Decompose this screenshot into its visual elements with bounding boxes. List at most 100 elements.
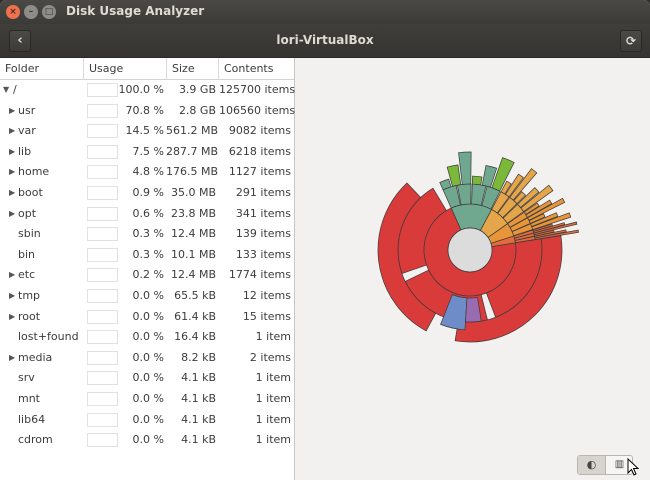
usage-bar (87, 392, 118, 406)
column-header-folder[interactable]: Folder (0, 58, 84, 80)
folder-size: 4.1 kB (181, 433, 216, 447)
table-row[interactable]: lib64 0.0 % 4.1 kB 1 item (0, 410, 294, 431)
folder-name: media (18, 350, 53, 364)
close-icon[interactable]: × (6, 5, 20, 19)
table-row[interactable]: bin 0.3 % 10.1 MB 133 items (0, 245, 294, 266)
expander-right-icon[interactable]: ▶ (9, 307, 15, 328)
usage-percent: 0.0 % (132, 392, 164, 405)
usage-bar (87, 144, 118, 159)
table-row[interactable]: ▶ media 0.0 % 8.2 kB 2 items (0, 348, 294, 369)
rings-chart-panel[interactable] (296, 58, 650, 480)
usage-bar (87, 124, 118, 139)
usage-percent: 14.5 % (125, 124, 164, 138)
folder-name: usr (18, 103, 36, 117)
usage-percent: 0.0 % (132, 433, 164, 447)
folder-table[interactable]: Folder Usage Size Contents ▼ / 100.0 % 3.9 … (0, 58, 295, 480)
table-row[interactable]: mnt 0.0 % 4.1 kB 1 item (0, 389, 294, 410)
folder-contents: 133 items (235, 247, 291, 261)
table-row[interactable]: sbin 0.3 % 12.4 MB 139 items (0, 224, 294, 245)
folder-name: tmp (18, 289, 41, 302)
table-row[interactable]: ▶ etc 0.2 % 12.4 MB 1774 items (0, 265, 294, 286)
folder-size: 10.1 MB (170, 247, 216, 261)
folder-name: opt (18, 206, 37, 220)
expander-right-icon[interactable]: ▶ (9, 204, 15, 225)
usage-percent: 0.0 % (132, 330, 164, 344)
refresh-button[interactable]: ⟳ (620, 30, 642, 52)
folder-size: 4.1 kB (181, 412, 216, 426)
usage-bar (87, 350, 118, 365)
folder-size: 3.9 GB (178, 83, 216, 96)
expander-right-icon[interactable]: ▶ (9, 142, 15, 163)
table-row[interactable]: ▼ / 100.0 % 3.9 GB 125700 items (0, 80, 295, 101)
expander-down-icon[interactable]: ▼ (3, 80, 9, 101)
header-title: lori-VirtualBox (276, 33, 374, 47)
usage-percent: 0.0 % (132, 371, 164, 385)
table-row[interactable]: ▶ opt 0.6 % 23.8 MB 341 items (0, 204, 294, 225)
expander-right-icon[interactable]: ▶ (9, 265, 15, 286)
app-window: × – □ Disk Usage Analyzer ‹ lori-Virtual… (0, 0, 650, 480)
folder-name: srv (18, 371, 35, 385)
folder-name: / (13, 83, 17, 96)
table-row[interactable]: ▶ tmp 0.0 % 65.5 kB 12 items (0, 286, 294, 307)
title-bar: × – □ Disk Usage Analyzer (0, 0, 650, 24)
usage-bar (87, 268, 118, 283)
ring-segment-var-grandchild[interactable] (471, 175, 483, 186)
usage-bar (87, 227, 118, 242)
folder-name: cdrom (18, 433, 53, 447)
folder-contents: 12 items (242, 289, 291, 302)
rings-chart-icon[interactable]: ◐ (578, 456, 606, 474)
usage-percent: 0.3 % (132, 227, 164, 241)
folder-name: sbin (18, 227, 41, 241)
folder-size: 176.5 MB (166, 165, 219, 179)
folder-contents: 2 items (249, 350, 291, 364)
folder-size: 16.4 kB (174, 330, 216, 344)
usage-bar (87, 186, 118, 200)
folder-size: 8.2 kB (181, 350, 216, 364)
expander-right-icon[interactable]: ▶ (9, 286, 15, 307)
table-row[interactable]: ▶ root 0.0 % 61.4 kB 15 items (0, 307, 294, 328)
column-header-size[interactable]: Size (167, 58, 219, 80)
folder-contents: 15 items (242, 309, 291, 323)
folder-contents: 139 items (235, 227, 291, 241)
usage-bar (87, 371, 118, 386)
usage-bar (87, 165, 118, 180)
ring-center-root[interactable] (447, 227, 493, 273)
folder-size: 23.8 MB (170, 206, 216, 220)
table-row[interactable]: cdrom 0.0 % 4.1 kB 1 item (0, 430, 294, 451)
chart-view-toggle[interactable]: ◐ ▥ (577, 455, 633, 475)
expander-right-icon[interactable]: ▶ (9, 162, 15, 183)
minimize-icon[interactable]: – (24, 5, 38, 19)
rings-chart[interactable] (296, 58, 650, 480)
table-row[interactable]: ▶ boot 0.9 % 35.0 MB 291 items (0, 183, 294, 204)
folder-contents: 341 items (235, 206, 291, 220)
table-row[interactable]: ▶ usr 70.8 % 2.8 GB 106560 items (0, 101, 295, 122)
usage-percent: 0.6 % (132, 206, 164, 220)
folder-name: root (18, 309, 41, 323)
folder-contents: 1 item (255, 330, 291, 344)
column-header-usage[interactable]: Usage (84, 58, 167, 80)
usage-percent: 0.9 % (132, 186, 164, 199)
folder-size: 65.5 kB (174, 289, 216, 302)
folder-size: 4.1 kB (181, 371, 216, 385)
usage-bar (87, 206, 118, 221)
table-row[interactable]: ▶ var 14.5 % 561.2 MB 9082 items (0, 121, 294, 142)
expander-right-icon[interactable]: ▶ (9, 183, 15, 204)
column-header-contents[interactable]: Contents (219, 58, 294, 80)
expander-right-icon[interactable]: ▶ (9, 348, 15, 369)
folder-size: 287.7 MB (166, 144, 219, 158)
folder-contents: 1 item (255, 412, 291, 426)
folder-size: 561.2 MB (166, 124, 219, 138)
expander-right-icon[interactable]: ▶ (9, 121, 15, 142)
folder-name: etc (18, 268, 36, 282)
table-row[interactable]: ▶ lib 7.5 % 287.7 MB 6218 items (0, 142, 294, 163)
expander-right-icon[interactable]: ▶ (9, 101, 15, 122)
folder-contents: 291 items (235, 186, 291, 199)
table-row[interactable]: ▶ home 4.8 % 176.5 MB 1127 items (0, 162, 294, 183)
table-row[interactable]: srv 0.0 % 4.1 kB 1 item (0, 368, 294, 389)
table-row[interactable]: lost+found 0.0 % 16.4 kB 1 item (0, 327, 294, 348)
maximize-icon[interactable]: □ (42, 5, 56, 19)
main-content: Folder Usage Size Contents ▼ / 100.0 % 3.9 … (0, 58, 650, 480)
usage-percent: 0.3 % (132, 247, 164, 261)
usage-percent: 7.5 % (132, 144, 164, 158)
folder-size: 12.4 MB (170, 227, 216, 241)
